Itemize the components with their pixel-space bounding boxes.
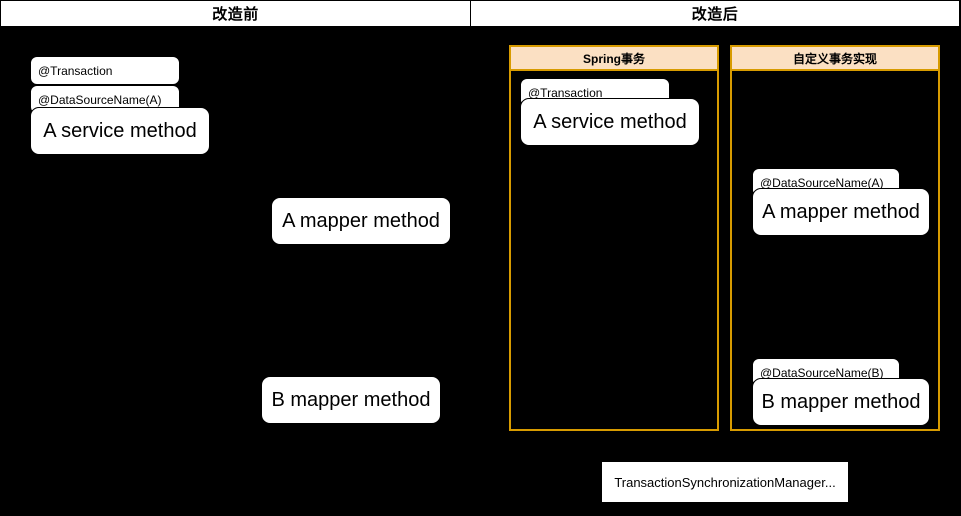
custom-transaction-lane: 自定义事务实现 @DataSourceName(A) A mapper meth… [730, 45, 940, 431]
after-a-mapper-method[interactable]: A mapper method [752, 188, 930, 236]
before-b-mapper-method[interactable]: B mapper method [261, 376, 441, 424]
custom-transaction-lane-body: @DataSourceName(A) A mapper method @Data… [732, 71, 938, 429]
after-b-mapper-method[interactable]: B mapper method [752, 378, 930, 426]
before-annotation-transaction[interactable]: @Transaction [30, 56, 180, 85]
before-a-mapper-method[interactable]: A mapper method [271, 197, 451, 245]
spring-transaction-lane: Spring事务 @Transaction A service method [509, 45, 719, 431]
spring-transaction-lane-body: @Transaction A service method [511, 71, 717, 429]
column-header-after: 改造后 [470, 0, 960, 27]
column-header-row: 改造前 改造后 [0, 0, 961, 27]
spring-transaction-lane-title: Spring事务 [511, 47, 717, 71]
custom-transaction-lane-title: 自定义事务实现 [732, 47, 938, 71]
after-a-service-method[interactable]: A service method [520, 98, 700, 146]
column-header-before: 改造前 [0, 0, 471, 27]
transaction-synchronization-manager-note[interactable]: TransactionSynchronizationManager... [601, 461, 849, 503]
before-a-service-method[interactable]: A service method [30, 107, 210, 155]
